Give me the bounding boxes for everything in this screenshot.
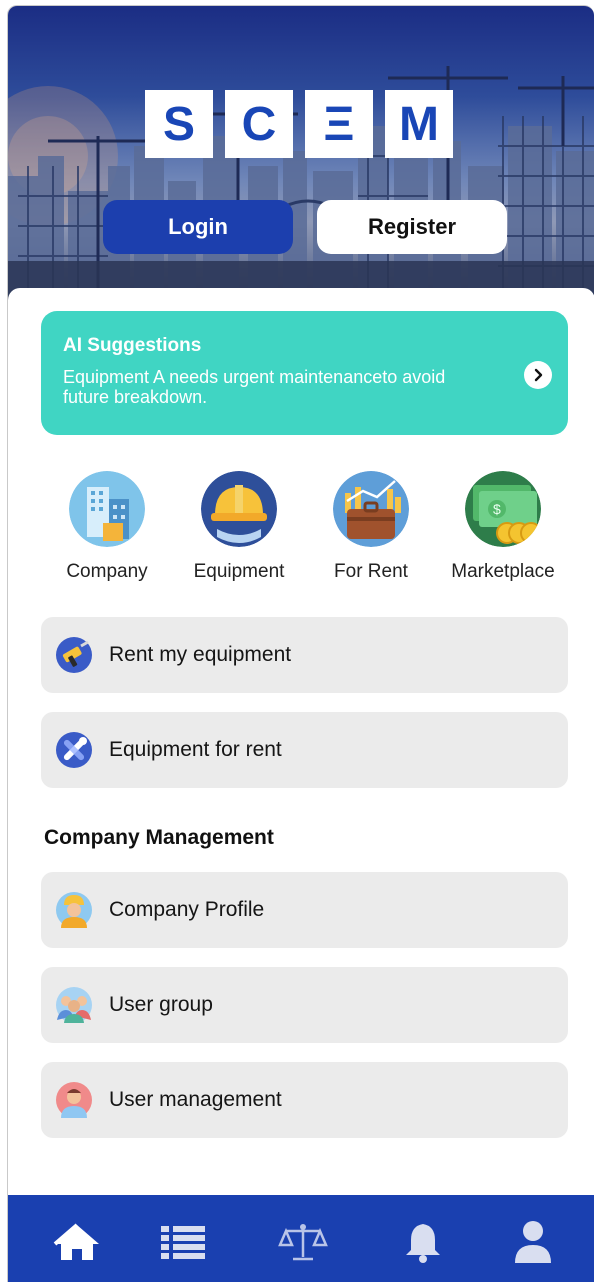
register-button[interactable]: Register [317,200,507,254]
list-icon[interactable] [158,1220,208,1264]
hard-hat-icon [201,471,277,547]
category-marketplace[interactable]: $ Marketplace [437,471,569,583]
ai-suggestion-title: AI Suggestions [63,335,202,356]
category-company[interactable]: Company [41,471,173,583]
category-label: Equipment [193,561,285,582]
ai-suggestion-card[interactable]: AI Suggestions Equipment A needs urgent … [41,311,568,435]
logo-letter-e: Ξ [305,90,373,158]
scem-logo: S C Ξ M [145,90,453,158]
company-management-title: Company Management [44,826,274,849]
category-equipment[interactable]: Equipment [173,471,305,583]
user-group-icon [55,986,93,1024]
equipment-for-rent-item[interactable]: Equipment for rent [41,712,568,788]
list-item-label: Rent my equipment [109,643,292,666]
app-frame: S C Ξ M Login Register AI Suggestions Eq… [7,5,594,1282]
hero-banner: S C Ξ M Login Register [8,6,594,306]
user-avatar-icon [55,1081,93,1119]
ai-suggestion-message: Equipment A needs urgent maintenanceto a… [63,367,446,407]
building-icon [69,471,145,547]
category-label: Marketplace [451,561,555,582]
rent-my-equipment-item[interactable]: Rent my equipment [41,617,568,693]
content-sheet: AI Suggestions Equipment A needs urgent … [8,288,594,1208]
login-button[interactable]: Login [103,200,293,254]
chevron-right-icon[interactable] [524,361,552,389]
briefcase-chart-icon [333,471,409,547]
user-group-item[interactable]: User group [41,967,568,1043]
worker-avatar-icon [55,891,93,929]
list-item-label: User management [109,1088,282,1111]
list-item-label: Equipment for rent [109,738,282,761]
money-coins-icon: $ [465,471,541,547]
list-item-label: User group [109,993,213,1016]
category-for-rent[interactable]: For Rent [305,471,437,583]
logo-letter-m: M [385,90,453,158]
logo-letter-s: S [145,90,213,158]
drill-icon [55,636,93,674]
company-profile-item[interactable]: Company Profile [41,872,568,948]
category-label: For Rent [334,561,408,582]
user-management-item[interactable]: User management [41,1062,568,1138]
list-item-label: Company Profile [109,898,265,921]
scales-icon[interactable] [278,1220,328,1264]
bell-icon[interactable] [398,1220,448,1264]
bottom-navigation [8,1195,594,1282]
user-icon[interactable] [508,1220,558,1264]
tools-icon [55,731,93,769]
svg-text:$: $ [493,501,501,517]
home-icon[interactable] [52,1220,102,1264]
logo-letter-c: C [225,90,293,158]
category-label: Company [66,561,148,582]
category-row: Company Equipment For Rent $ Marketplace [41,471,568,591]
